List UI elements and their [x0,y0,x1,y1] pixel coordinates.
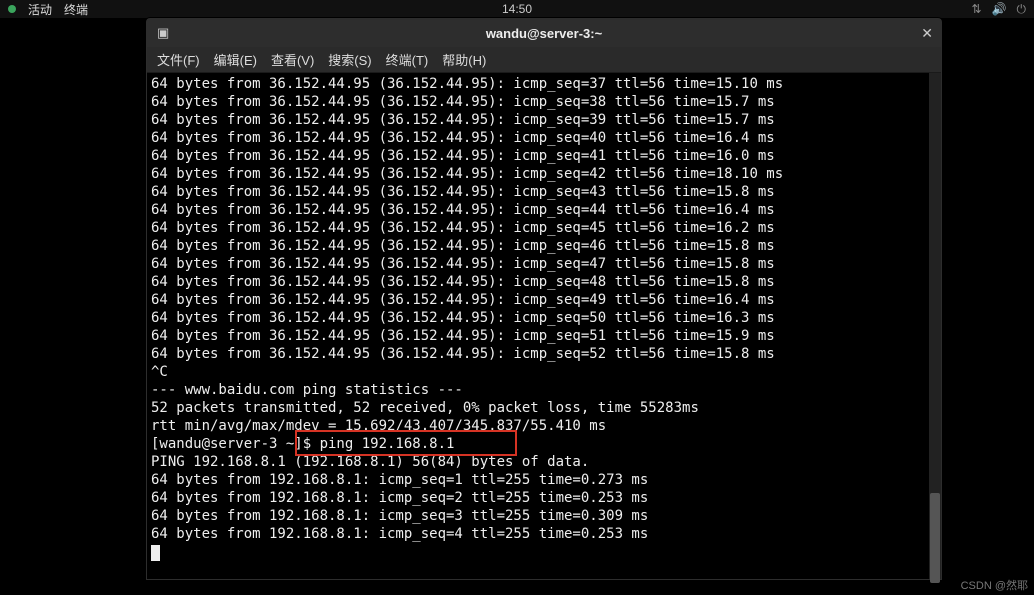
ping-line: 64 bytes from 36.152.44.95 (36.152.44.95… [151,165,937,183]
ping-line: 64 bytes from 36.152.44.95 (36.152.44.95… [151,345,937,363]
ping-line: 64 bytes from 192.168.8.1: icmp_seq=3 tt… [151,507,937,525]
ping-line: 64 bytes from 36.152.44.95 (36.152.44.95… [151,273,937,291]
menu-help[interactable]: 帮助(H) [442,50,486,69]
ping-line: 64 bytes from 36.152.44.95 (36.152.44.95… [151,327,937,345]
ping-line: 64 bytes from 36.152.44.95 (36.152.44.95… [151,309,937,327]
ping-line: 64 bytes from 36.152.44.95 (36.152.44.95… [151,255,937,273]
ping-line: 64 bytes from 36.152.44.95 (36.152.44.95… [151,111,937,129]
cursor-icon [151,545,160,561]
clock-label: 14:50 [502,2,532,16]
ping-line: 64 bytes from 36.152.44.95 (36.152.44.95… [151,93,937,111]
ping-line: 64 bytes from 36.152.44.95 (36.152.44.95… [151,291,937,309]
stats-summary: 52 packets transmitted, 52 received, 0% … [151,399,937,417]
ping-line: 64 bytes from 192.168.8.1: icmp_seq=2 tt… [151,489,937,507]
window-title: wandu@server-3:~ [486,26,602,41]
menu-bar: 文件(F) 编辑(E) 查看(V) 搜索(S) 终端(T) 帮助(H) [147,47,941,73]
ping-line: 64 bytes from 192.168.8.1: icmp_seq=1 tt… [151,471,937,489]
volume-icon[interactable]: 🔊 [992,2,1007,17]
network-icon[interactable]: ⇅ [971,2,981,17]
watermark-label: CSDN @然耶 [961,577,1028,593]
window-titlebar[interactable]: ▣ wandu@server-3:~ ✕ [147,19,941,47]
menu-file[interactable]: 文件(F) [157,50,200,69]
status-dot-icon [8,5,16,13]
power-icon[interactable]: ⏻ [1017,2,1027,17]
ping-line: 64 bytes from 36.152.44.95 (36.152.44.95… [151,183,937,201]
interrupt-line: ^C [151,363,937,381]
ping-line: 64 bytes from 36.152.44.95 (36.152.44.95… [151,129,937,147]
menu-search[interactable]: 搜索(S) [328,50,371,69]
stats-rtt: rtt min/avg/max/mdev = 15.692/43.407/345… [151,417,937,435]
terminal-output[interactable]: 64 bytes from 36.152.44.95 (36.152.44.95… [147,73,941,579]
terminal-icon: ▣ [157,25,177,41]
terminal-window: ▣ wandu@server-3:~ ✕ 文件(F) 编辑(E) 查看(V) 搜… [146,18,942,580]
ping-line: 64 bytes from 36.152.44.95 (36.152.44.95… [151,201,937,219]
ping-line: 64 bytes from 192.168.8.1: icmp_seq=4 tt… [151,525,937,543]
close-button[interactable]: ✕ [921,25,933,42]
desktop-topbar: 活动 终端 14:50 ⇅ 🔊 ⏻ [0,0,1034,18]
ping-line: 64 bytes from 36.152.44.95 (36.152.44.95… [151,237,937,255]
ping2-header: PING 192.168.8.1 (192.168.8.1) 56(84) by… [151,453,937,471]
cursor-line [151,543,937,561]
menu-edit[interactable]: 编辑(E) [214,50,257,69]
prompt-line: [wandu@server-3 ~]$ ping 192.168.8.1 [151,435,937,453]
ping-line: 64 bytes from 36.152.44.95 (36.152.44.95… [151,219,937,237]
menu-view[interactable]: 查看(V) [271,50,314,69]
menu-terminal[interactable]: 终端(T) [386,50,429,69]
app-name-label[interactable]: 终端 [64,1,88,18]
activities-label[interactable]: 活动 [28,1,52,18]
ping-line: 64 bytes from 36.152.44.95 (36.152.44.95… [151,147,937,165]
scrollbar-thumb[interactable] [930,493,940,583]
scrollbar[interactable] [929,73,941,579]
ping-line: 64 bytes from 36.152.44.95 (36.152.44.95… [151,75,937,93]
stats-header: --- www.baidu.com ping statistics --- [151,381,937,399]
